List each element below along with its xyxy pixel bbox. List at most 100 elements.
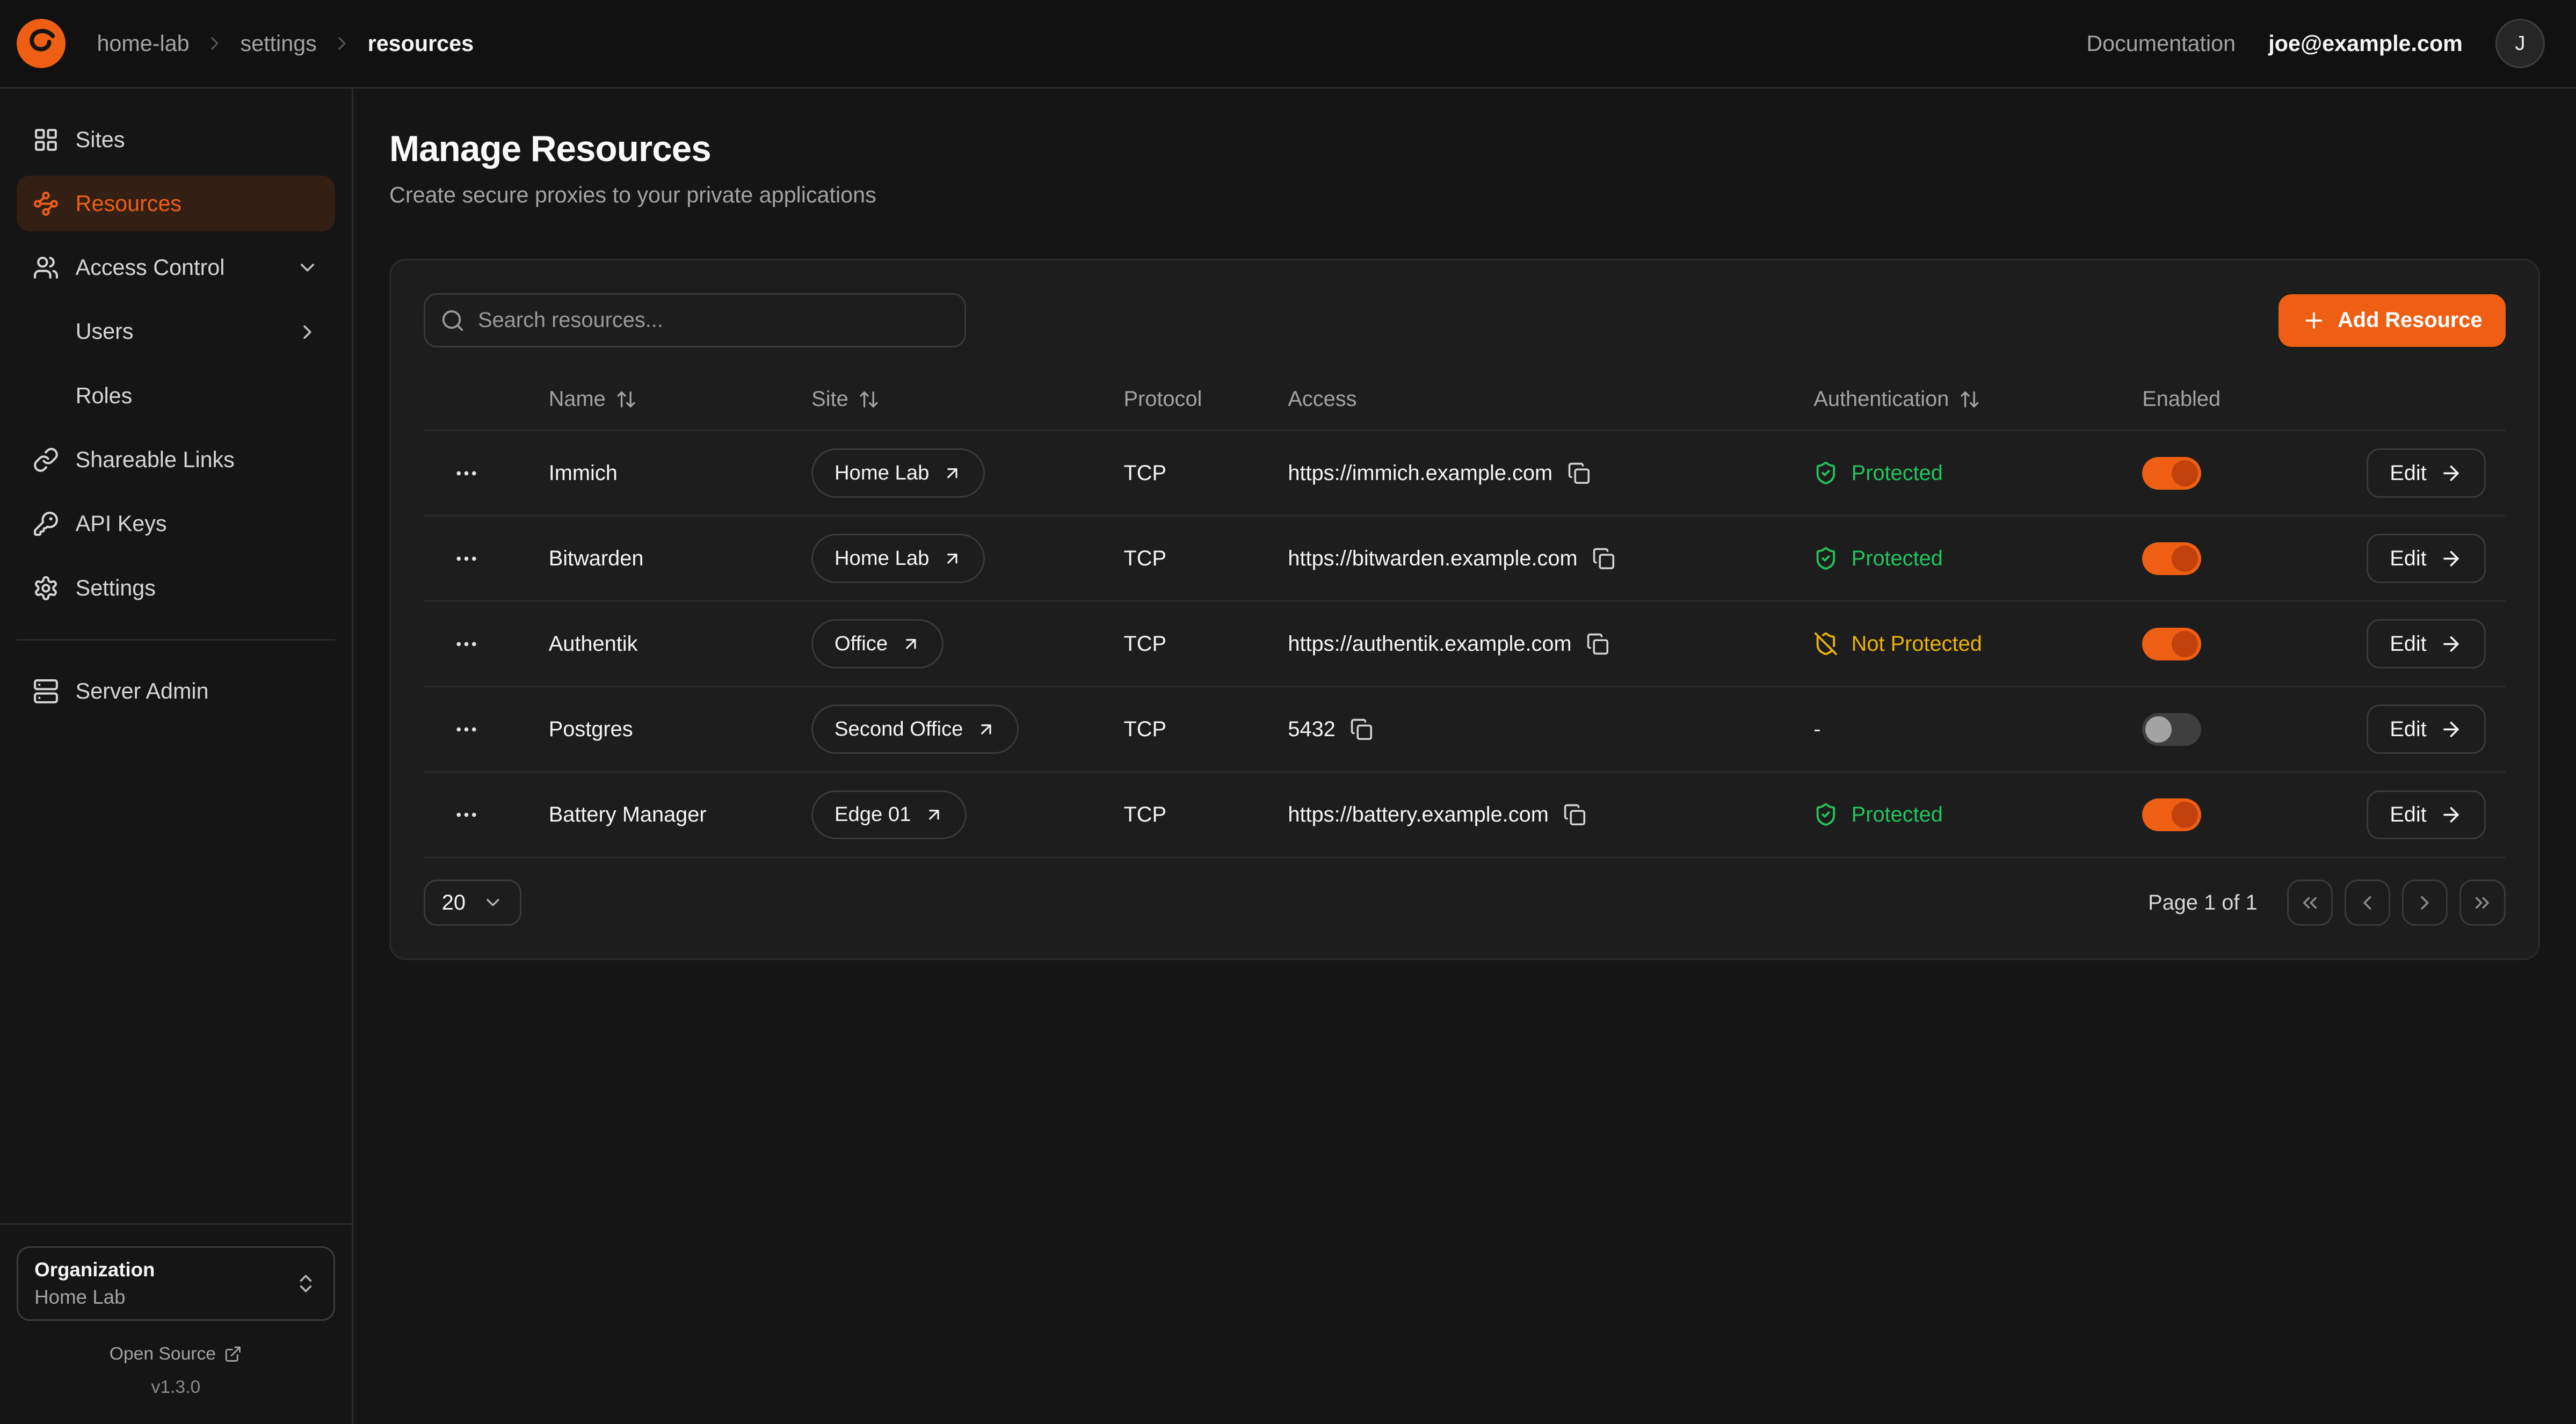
sidebar-item-api-keys[interactable]: API Keys <box>17 496 336 552</box>
ellipsis-icon <box>453 716 480 743</box>
site-link[interactable]: Edge 01 <box>811 790 967 840</box>
documentation-link[interactable]: Documentation <box>2086 31 2236 56</box>
sidebar-item-access-control[interactable]: Access Control <box>17 240 336 296</box>
sidebar-item-resources[interactable]: Resources <box>17 176 336 231</box>
row-actions-button[interactable] <box>444 706 490 752</box>
app: home-lab settings resources Documentatio… <box>0 0 2576 1424</box>
site-link[interactable]: Second Office <box>811 704 1019 754</box>
edit-cell: Edit <box>2346 790 2506 840</box>
page-size-select[interactable]: 20 <box>424 880 521 926</box>
site-link[interactable]: Home Lab <box>811 534 985 583</box>
chevron-left-icon <box>2356 891 2379 914</box>
copy-button[interactable] <box>1563 803 1586 826</box>
arrow-up-right-icon <box>901 634 921 654</box>
org-selector[interactable]: Organization Home Lab <box>17 1246 336 1321</box>
row-actions-button[interactable] <box>444 450 490 496</box>
site-cell: Home Lab <box>785 534 1097 583</box>
access-cell: 5432 <box>1261 717 1787 742</box>
sidebar-item-label: Resources <box>76 191 319 216</box>
sidebar-item-settings[interactable]: Settings <box>17 560 336 616</box>
protocol-cell: TCP <box>1098 717 1262 742</box>
access-value: https://bitwarden.example.com <box>1288 547 1577 571</box>
edit-button[interactable]: Edit <box>2367 448 2485 498</box>
enabled-toggle[interactable] <box>2142 713 2201 746</box>
pagination-first-button[interactable] <box>2287 880 2333 926</box>
breadcrumb: home-lab settings resources <box>97 31 474 56</box>
page-subtitle: Create secure proxies to your private ap… <box>389 183 2540 208</box>
page-label: Page 1 of 1 <box>2148 891 2257 915</box>
add-resource-button[interactable]: Add Resource <box>2279 294 2506 347</box>
column-header-site[interactable]: Site <box>785 387 1097 411</box>
breadcrumb-org[interactable]: home-lab <box>97 31 189 56</box>
pagination-prev-button[interactable] <box>2345 880 2391 926</box>
toggle-knob <box>2172 460 2198 486</box>
column-header-name[interactable]: Name <box>523 387 785 411</box>
copy-button[interactable] <box>1350 718 1373 741</box>
sidebar-item-label: API Keys <box>76 511 319 536</box>
copy-button[interactable] <box>1586 633 1609 656</box>
sidebar-item-roles[interactable]: Roles <box>17 368 336 424</box>
version-label: v1.3.0 <box>17 1377 336 1398</box>
enabled-cell <box>2116 542 2346 575</box>
open-source-link[interactable]: Open Source <box>17 1344 336 1364</box>
auth-label: - <box>1813 717 1820 742</box>
site-cell: Second Office <box>785 704 1097 754</box>
app-logo[interactable] <box>17 19 66 68</box>
row-actions-button[interactable] <box>444 792 490 838</box>
edit-button[interactable]: Edit <box>2367 619 2485 669</box>
auth-label: Protected <box>1852 547 1943 571</box>
edit-cell: Edit <box>2346 534 2506 583</box>
sidebar-item-sites[interactable]: Sites <box>17 112 336 168</box>
edit-button[interactable]: Edit <box>2367 790 2485 840</box>
copy-icon <box>1350 718 1373 741</box>
enabled-toggle[interactable] <box>2142 628 2201 660</box>
sidebar-item-label: Shareable Links <box>76 447 319 473</box>
site-link[interactable]: Office <box>811 619 944 669</box>
protocol-cell: TCP <box>1098 547 1262 571</box>
sidebar-item-label: Access Control <box>76 255 280 280</box>
sidebar-item-server-admin[interactable]: Server Admin <box>17 664 336 720</box>
row-actions-button[interactable] <box>444 535 490 582</box>
toggle-knob <box>2172 802 2198 828</box>
user-email[interactable]: joe@example.com <box>2268 31 2463 56</box>
sidebar-divider <box>17 639 336 641</box>
pagination-next-button[interactable] <box>2402 880 2448 926</box>
sidebar-item-users[interactable]: Users <box>17 304 336 360</box>
key-icon <box>33 511 59 537</box>
column-header-authentication[interactable]: Authentication <box>1787 387 2116 411</box>
toolbar: Add Resource <box>424 293 2505 347</box>
chevron-right-icon <box>204 33 226 54</box>
arrow-right-icon <box>2440 547 2463 570</box>
avatar[interactable]: J <box>2495 19 2545 68</box>
enabled-toggle[interactable] <box>2142 542 2201 575</box>
site-link[interactable]: Home Lab <box>811 448 985 498</box>
sidebar-item-shareable-links[interactable]: Shareable Links <box>17 432 336 488</box>
pangolin-logo-icon <box>17 19 66 68</box>
search-input[interactable] <box>424 293 966 347</box>
enabled-toggle[interactable] <box>2142 798 2201 831</box>
column-header-protocol: Protocol <box>1098 387 1262 411</box>
edit-button[interactable]: Edit <box>2367 704 2485 754</box>
auth-cell: Not Protected <box>1787 631 2116 656</box>
pagination-last-button[interactable] <box>2459 880 2506 926</box>
site-cell: Home Lab <box>785 448 1097 498</box>
topbar-left: home-lab settings resources <box>17 19 474 68</box>
users-icon <box>33 255 59 281</box>
copy-button[interactable] <box>1568 462 1591 485</box>
pagination-buttons <box>2287 880 2506 926</box>
row-menu-cell <box>424 792 523 838</box>
ellipsis-icon <box>453 631 480 657</box>
breadcrumb-settings[interactable]: settings <box>240 31 316 56</box>
auth-status: Not Protected <box>1813 631 1982 656</box>
auth-cell: Protected <box>1787 802 2116 827</box>
arrow-up-right-icon <box>942 463 962 483</box>
row-menu-cell <box>424 706 523 752</box>
row-actions-button[interactable] <box>444 621 490 667</box>
table-row: Battery Manager Edge 01 TCP https://batt… <box>424 773 2505 858</box>
ellipsis-icon <box>453 802 480 828</box>
edit-button[interactable]: Edit <box>2367 534 2485 583</box>
search-icon <box>440 308 465 333</box>
enabled-toggle[interactable] <box>2142 457 2201 490</box>
copy-button[interactable] <box>1592 547 1615 570</box>
sidebar: Sites Resources Access Control Users Rol… <box>0 89 353 1424</box>
